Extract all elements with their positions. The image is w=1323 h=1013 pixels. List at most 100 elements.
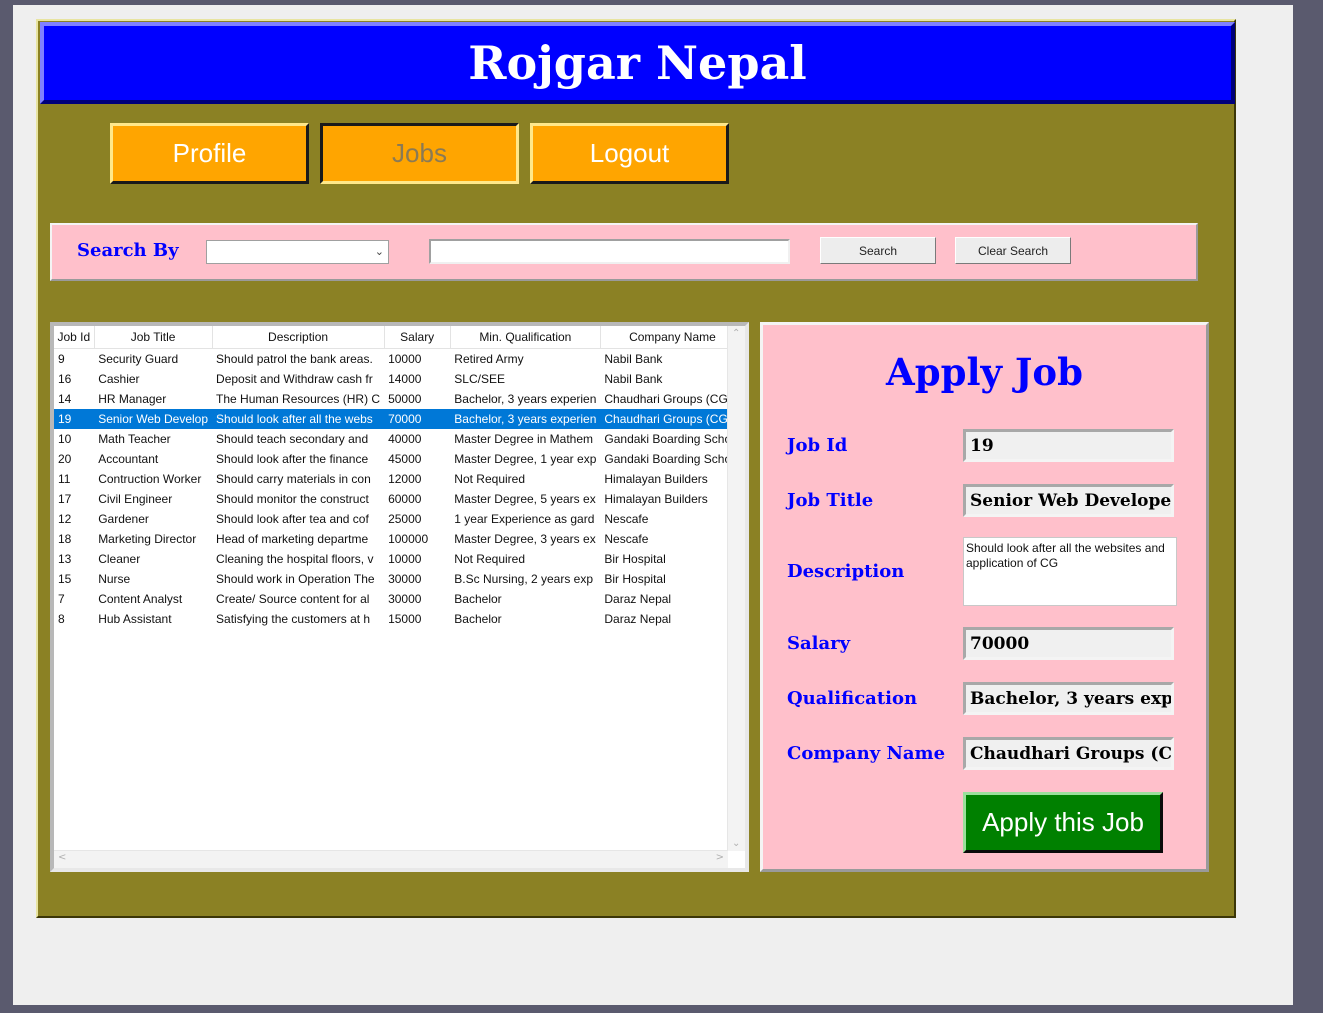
cell-company-name: Gandaki Boarding School	[604, 432, 741, 446]
cell-job-title: Cashier	[98, 372, 140, 386]
cell-min-qualification: Bachelor, 3 years experien	[454, 392, 597, 406]
cell-min-qualification: Bachelor	[454, 612, 502, 626]
column-header-company-name[interactable]: Company Name	[600, 326, 746, 349]
cell-job-title: Content Analyst	[98, 592, 183, 606]
cell-job-id: 19	[54, 409, 95, 429]
cell-job-id: 8	[58, 612, 65, 626]
logout-button[interactable]: Logout	[530, 123, 729, 184]
horizontal-scrollbar[interactable]: < >	[54, 850, 728, 868]
cell-salary: 50000	[388, 392, 422, 406]
cell-job-id: 14	[58, 392, 72, 406]
cell-job-title: Cleaner	[98, 552, 141, 566]
search-by-label: Search By	[77, 240, 179, 261]
salary-field[interactable]: 70000	[963, 627, 1174, 660]
cell-description: Create/ Source content for al	[216, 592, 370, 606]
table-row[interactable]: 11 Contruction Worker Should carry materia…	[54, 469, 745, 489]
cell-min-qualification: Bachelor	[454, 592, 502, 606]
scroll-up-icon[interactable]: ⌃	[732, 328, 740, 339]
cell-job-title: Math Teacher	[98, 432, 171, 446]
scroll-left-icon[interactable]: <	[58, 852, 66, 863]
column-header-salary[interactable]: Salary	[384, 326, 451, 349]
cell-company-name: Himalayan Builders	[604, 492, 708, 506]
cell-job-id: 12	[58, 512, 72, 526]
apply-this-job-button[interactable]: Apply this Job	[963, 792, 1163, 853]
cell-salary: 30000	[388, 572, 422, 586]
column-header-description[interactable]: Description	[212, 326, 385, 349]
column-header-min-qualification[interactable]: Min. Qualification	[450, 326, 601, 349]
cell-company-name: Nabil Bank	[604, 352, 663, 366]
job-title-field[interactable]: Senior Web Developer	[963, 484, 1174, 517]
scroll-down-icon[interactable]: ⌄	[732, 838, 740, 849]
cell-company-name: Himalayan Builders	[604, 472, 708, 486]
table-row[interactable]: 19 Senior Web Develop Should look after al…	[54, 409, 745, 429]
job-id-field[interactable]: 19	[963, 429, 1174, 462]
app-title: Rojgar Nepal	[40, 22, 1235, 104]
cell-description: Should look after all the webs	[212, 409, 385, 429]
company-name-field[interactable]: Chaudhari Groups (CG)	[963, 737, 1174, 770]
cell-min-qualification: 1 year Experience as gard	[454, 512, 595, 526]
cell-company-name: Bir Hospital	[604, 572, 666, 586]
cell-min-qualification: Retired Army	[454, 352, 524, 366]
column-header-job-id[interactable]: Job Id	[54, 326, 95, 349]
scroll-right-icon[interactable]: >	[716, 852, 724, 863]
cell-salary: 10000	[388, 352, 422, 366]
clear-search-button[interactable]: Clear Search	[955, 237, 1071, 264]
salary-label: Salary	[787, 633, 851, 654]
cell-job-id: 16	[58, 372, 72, 386]
cell-salary: 30000	[388, 592, 422, 606]
cell-job-id: 15	[58, 572, 72, 586]
profile-button[interactable]: Profile	[110, 123, 309, 184]
cell-company-name: Daraz Nepal	[604, 612, 672, 626]
cell-company-name: Nescafe	[604, 512, 649, 526]
vertical-scrollbar[interactable]: ⌃ ⌄	[727, 326, 745, 851]
cell-description: Head of marketing departme	[216, 532, 369, 546]
qualification-field[interactable]: Bachelor, 3 years experience	[963, 682, 1174, 715]
description-field[interactable]: Should look after all the websites and a…	[963, 537, 1177, 606]
cell-job-title: HR Manager	[98, 392, 167, 406]
cell-description: Should work in Operation The	[216, 572, 375, 586]
jobs-table[interactable]: Job Id Job Title Description Salary Min.…	[50, 322, 749, 872]
apply-job-title: Apply Job	[886, 350, 1083, 394]
cell-min-qualification: Not Required	[454, 472, 526, 486]
cell-min-qualification: B.Sc Nursing, 2 years exp	[454, 572, 594, 586]
cell-company-name: Nescafe	[604, 532, 649, 546]
search-button[interactable]: Search	[820, 237, 936, 264]
table-row[interactable]: 20 Accountant Should look after the financ…	[54, 449, 745, 469]
cell-description: Should monitor the construct	[216, 492, 369, 506]
table-row[interactable]: 14 HR Manager The Human Resources (HR) C 50…	[54, 389, 745, 409]
table-row[interactable]: 13 Cleaner Cleaning the hospital floors, v…	[54, 549, 745, 569]
cell-description: Should teach secondary and	[216, 432, 369, 446]
cell-job-title: Gardener	[98, 512, 149, 526]
cell-job-title: Nurse	[98, 572, 131, 586]
cell-company-name: Gandaki Boarding School	[604, 452, 741, 466]
cell-job-id: 9	[58, 352, 65, 366]
cell-job-title: Civil Engineer	[98, 492, 173, 506]
table-row[interactable]: 16 Cashier Deposit and Withdraw cash fr 140…	[54, 369, 745, 389]
table-row[interactable]: 17 Civil Engineer Should monitor the const…	[54, 489, 745, 509]
description-label: Description	[787, 561, 905, 582]
cell-job-title: Accountant	[98, 452, 159, 466]
cell-salary: 10000	[388, 552, 422, 566]
cell-min-qualification: Bachelor, 3 years experien	[450, 409, 601, 429]
table-row[interactable]: 12 Gardener Should look after tea and cof 2…	[54, 509, 745, 529]
cell-company-name: Bir Hospital	[604, 552, 666, 566]
search-input[interactable]	[429, 239, 790, 264]
jobs-button[interactable]: Jobs	[320, 123, 519, 184]
table-row[interactable]: 10 Math Teacher Should teach secondary and…	[54, 429, 745, 449]
job-title-label: Job Title	[787, 490, 874, 511]
search-by-dropdown[interactable]: ⌄	[206, 240, 389, 264]
cell-job-title: Contruction Worker	[98, 472, 202, 486]
cell-min-qualification: Master Degree, 3 years ex	[454, 532, 596, 546]
cell-min-qualification: Not Required	[454, 552, 526, 566]
table-row[interactable]: 18 Marketing Director Head of marketing de…	[54, 529, 745, 549]
cell-salary: 100000	[388, 532, 429, 546]
cell-min-qualification: Master Degree, 5 years ex	[454, 492, 596, 506]
table-row[interactable]: 7 Content Analyst Create/ Source content f…	[54, 589, 745, 609]
job-id-label: Job Id	[787, 435, 848, 456]
cell-min-qualification: SLC/SEE	[454, 372, 505, 386]
column-header-job-title[interactable]: Job Title	[94, 326, 213, 349]
table-row[interactable]: 15 Nurse Should work in Operation The 30000…	[54, 569, 745, 589]
table-row[interactable]: 9 Security Guard Should patrol the bank ar…	[54, 349, 745, 370]
table-row[interactable]: 8 Hub Assistant Satisfying the customers a…	[54, 609, 745, 629]
cell-job-title: Hub Assistant	[98, 612, 172, 626]
